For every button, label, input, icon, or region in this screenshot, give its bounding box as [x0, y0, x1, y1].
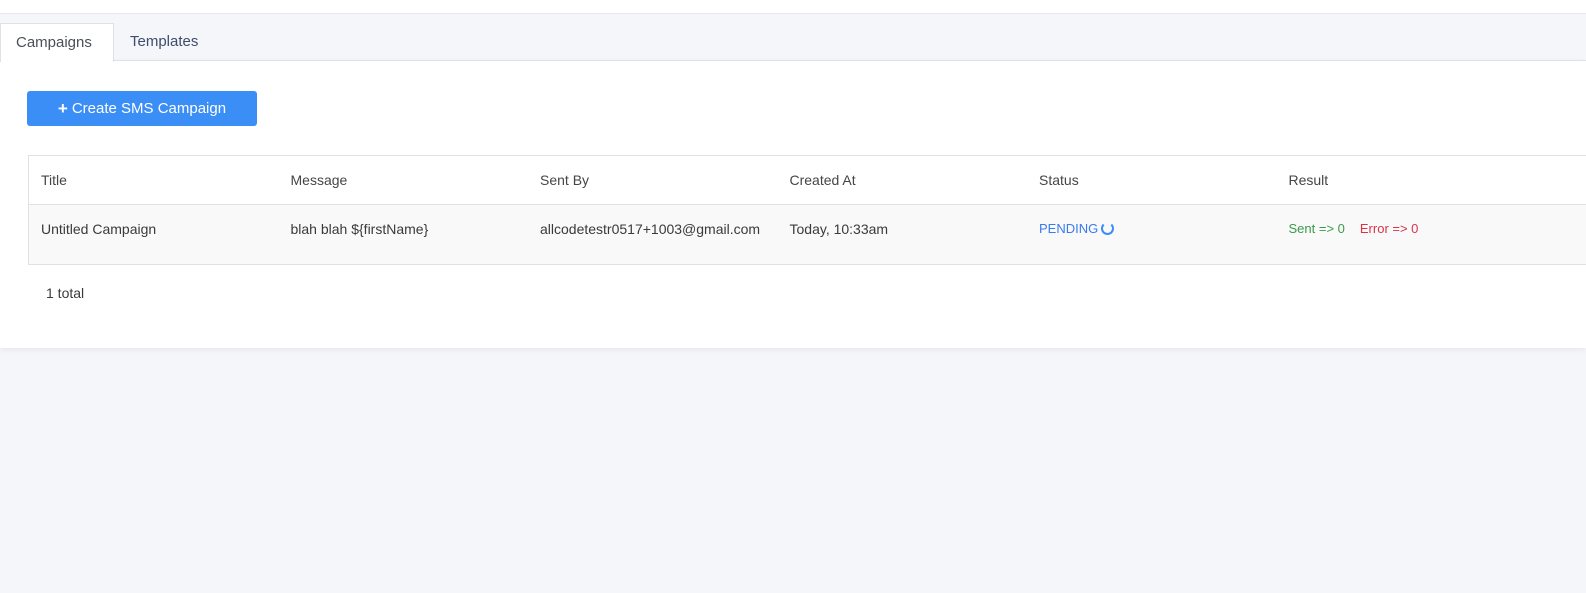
cell-message: blah blah ${firstName} [290, 220, 429, 237]
column-header-result[interactable]: Result [1277, 156, 1527, 204]
column-header-created-at[interactable]: Created At [778, 156, 1028, 204]
top-bar [0, 0, 1586, 14]
column-header-message[interactable]: Message [279, 156, 529, 204]
cell-sent-by: allcodetestr0517+1003@gmail.com [540, 220, 761, 237]
table-header: Title Message Sent By Created At Status … [29, 156, 1586, 205]
column-header-title[interactable]: Title [29, 156, 279, 204]
create-sms-campaign-button[interactable]: + Create SMS Campaign [27, 91, 257, 126]
sent-count: Sent => 0 [1288, 221, 1345, 236]
tab-templates[interactable]: Templates [114, 23, 220, 60]
cell-status: PENDING [1027, 205, 1277, 264]
status-badge: PENDING [1039, 221, 1115, 236]
tab-campaigns[interactable]: Campaigns [0, 23, 114, 62]
tab-bar: Campaigns Templates [0, 23, 220, 62]
table-row[interactable]: Untitled Campaign blah blah ${firstName}… [29, 205, 1586, 264]
pagination-total: 1 total [46, 285, 85, 301]
cell-title: Untitled Campaign [41, 220, 157, 237]
status-label: PENDING [1039, 221, 1099, 236]
spinner-icon [1101, 222, 1115, 235]
cell-result: Sent => 0 Error => 0 [1277, 205, 1527, 264]
error-count: Error => 0 [1359, 221, 1419, 236]
create-sms-campaign-label: Create SMS Campaign [71, 100, 227, 117]
column-header-sent-by[interactable]: Sent By [528, 156, 778, 204]
cell-created-at: Today, 10:33am [789, 220, 889, 237]
campaigns-panel: + Create SMS Campaign Title Message Sent… [0, 60, 1586, 348]
plus-icon: + [57, 99, 68, 118]
campaigns-table: Title Message Sent By Created At Status … [28, 155, 1586, 265]
column-header-status[interactable]: Status [1027, 156, 1277, 204]
